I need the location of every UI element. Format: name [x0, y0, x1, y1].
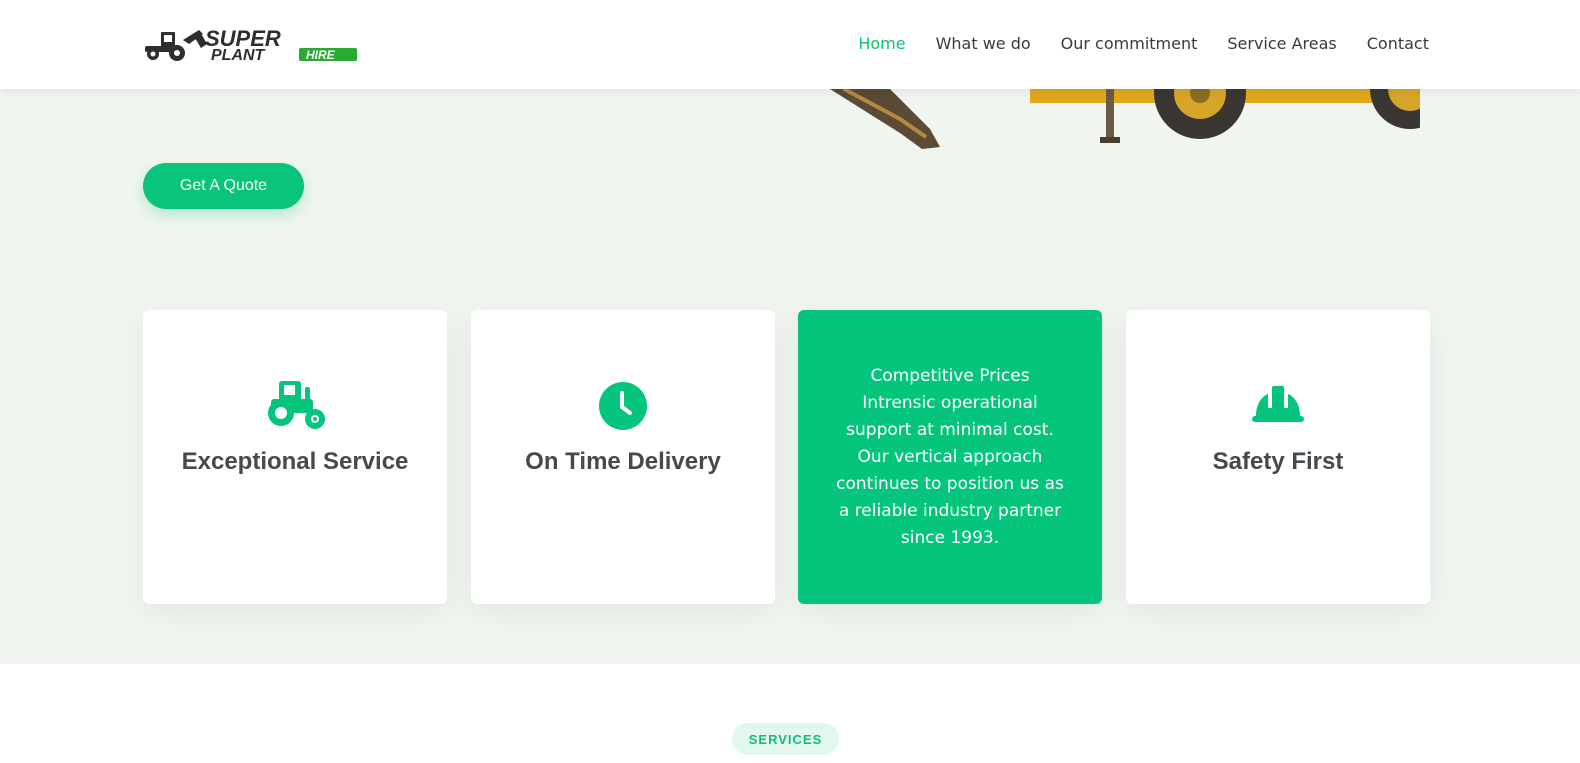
excavator-image [830, 89, 1430, 149]
feature-card-competitive-prices: Competitive Prices Intrensic operational… [798, 310, 1102, 604]
logo-image: SUPER PLANT HIRE [145, 26, 357, 62]
nav-contact[interactable]: Contact [1367, 34, 1429, 53]
clock-icon [598, 380, 648, 432]
feature-card-on-time-delivery: On Time Delivery [471, 310, 775, 604]
feature-title: Safety First [1212, 448, 1344, 475]
feature-card-exceptional-service: Exceptional Service [143, 310, 447, 604]
services-section-badge: SERVICES [732, 723, 839, 755]
tractor-icon [265, 380, 325, 432]
hard-hat-icon [1250, 380, 1306, 432]
feature-description: Competitive Prices Intrensic operational… [836, 365, 1064, 548]
nav-home[interactable]: Home [858, 34, 905, 53]
nav-service-areas[interactable]: Service Areas [1227, 34, 1336, 53]
feature-title: Exceptional Service [181, 448, 409, 475]
main-nav: Home What we do Our commitment Service A… [858, 34, 1429, 53]
feature-card-safety-first: Safety First [1126, 310, 1430, 604]
logo[interactable]: SUPER PLANT HIRE [143, 26, 359, 62]
feature-title: On Time Delivery [525, 448, 721, 475]
nav-what-we-do[interactable]: What we do [936, 34, 1031, 53]
logo-word-hire: HIRE [306, 48, 336, 62]
logo-word-plant: PLANT [211, 47, 266, 62]
nav-our-commitment[interactable]: Our commitment [1061, 34, 1198, 53]
site-header: SUPER PLANT HIRE Home What we do Our com… [0, 0, 1580, 89]
get-a-quote-button[interactable]: Get A Quote [143, 163, 304, 209]
